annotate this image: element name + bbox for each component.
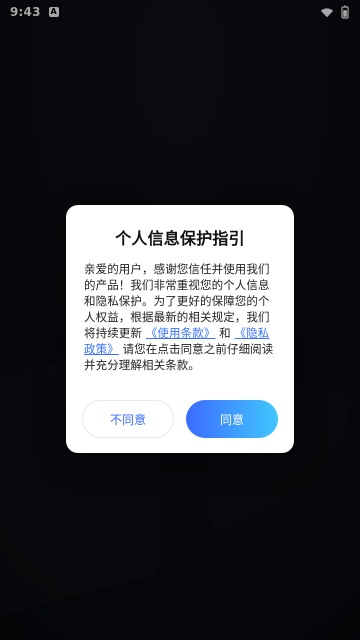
dialog-and-text: 和 xyxy=(219,326,231,340)
dialog-body: 亲爱的用户，感谢您信任并使用我们的产品！我们非常重视您的个人信息和隐私保护。为了… xyxy=(84,261,276,373)
dialog-actions: 不同意 同意 xyxy=(82,399,278,439)
app-screen: 9:43 A 个人信息保护指引 亲爱的用户，感谢您信任并使用我们的产品！我们非常… xyxy=(0,0,360,640)
terms-link[interactable]: 《使用条款》 xyxy=(146,326,216,340)
agree-button[interactable]: 同意 xyxy=(186,400,278,438)
disagree-button[interactable]: 不同意 xyxy=(82,400,174,438)
dialog-title: 个人信息保护指引 xyxy=(115,229,245,248)
privacy-dialog: 个人信息保护指引 亲爱的用户，感谢您信任并使用我们的产品！我们非常重视您的个人信… xyxy=(66,205,294,453)
